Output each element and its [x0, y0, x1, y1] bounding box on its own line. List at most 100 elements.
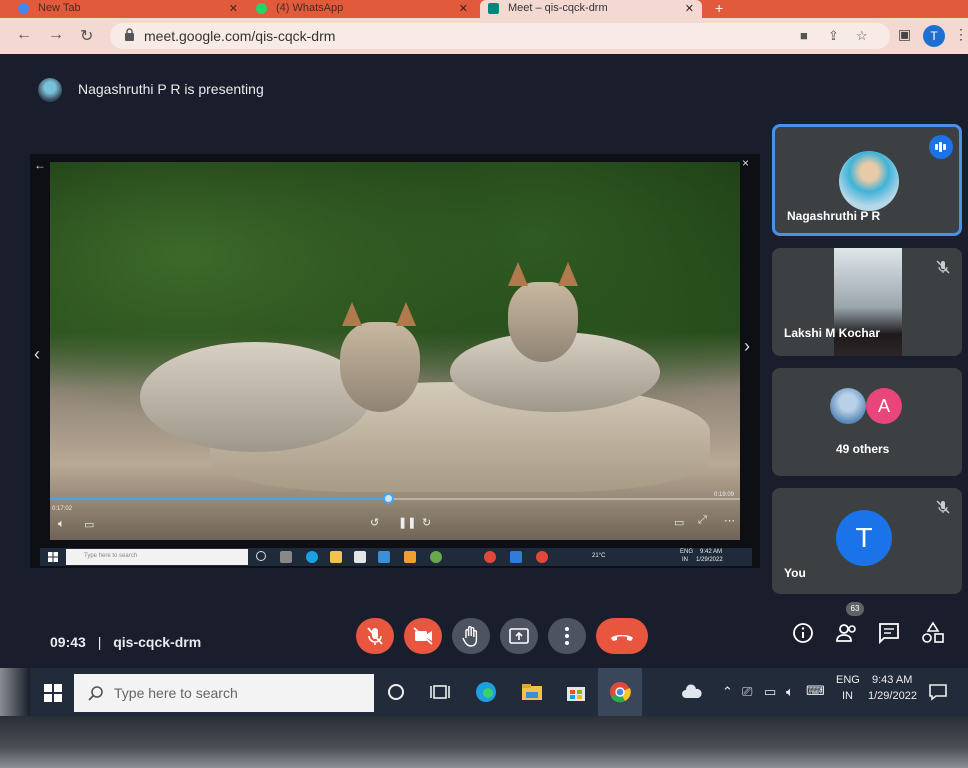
date-text: 1/29/2022	[696, 557, 723, 563]
close-icon[interactable]: ✕	[685, 2, 694, 15]
participant-count-badge: 63	[846, 602, 864, 616]
side-panel-icon[interactable]: ▣	[898, 26, 911, 43]
edge-icon[interactable]	[474, 680, 498, 704]
participant-name: Nagashruthi P R	[787, 209, 881, 223]
avatar	[38, 78, 62, 102]
meeting-time: 09:43	[50, 634, 86, 650]
taskbar-clock[interactable]: 9:43 AM	[872, 674, 912, 686]
mic-toggle-button[interactable]	[356, 618, 394, 654]
raise-hand-button[interactable]	[452, 618, 490, 654]
taskbar-search-input[interactable]: Type here to search	[74, 674, 374, 712]
present-icon	[509, 628, 529, 644]
people-icon[interactable]	[834, 620, 860, 646]
presented-search-box: Type here to search	[66, 549, 248, 565]
chrome-icon	[536, 551, 548, 563]
task-view-icon[interactable]	[428, 680, 452, 704]
participant-tile-presenter[interactable]: Nagashruthi P R	[772, 124, 962, 236]
volume-icon[interactable]: 🔈︎	[786, 684, 794, 700]
wolf-ear	[508, 262, 528, 286]
profile-avatar[interactable]: T	[923, 25, 945, 47]
notification-icon[interactable]	[926, 680, 950, 704]
wolf-body	[140, 342, 370, 452]
wolf-head	[508, 282, 578, 362]
camera-icon[interactable]: ■	[800, 28, 808, 43]
tab-label: (4) WhatsApp	[276, 2, 344, 14]
meet-stage: Nagashruthi P R is presenting ← – × ‹ › …	[0, 54, 968, 668]
search-placeholder: Type here to search	[114, 685, 238, 701]
mic-off-icon	[936, 260, 950, 274]
chevron-up-icon[interactable]: ⌃	[722, 684, 733, 700]
share-icon[interactable]: ⇪	[828, 28, 839, 44]
mail-icon	[378, 551, 390, 563]
forward-icon[interactable]: →	[48, 26, 64, 44]
weather-text: 21°C	[592, 553, 606, 559]
participant-name: 49 others	[836, 442, 890, 456]
present-screen-button[interactable]	[500, 618, 538, 654]
windows-taskbar: Type here to search ⌃ ⎚ ▭ 🔈︎ ⌨ ENG IN 9:…	[30, 668, 968, 716]
tab-meet[interactable]: Meet – qis-cqck-drm ✕	[480, 0, 702, 18]
pause-icon: ❚❚	[398, 517, 417, 529]
chrome-taskbar-button[interactable]	[598, 668, 642, 716]
keyboard-icon[interactable]: ⌨	[806, 683, 825, 699]
lock-icon	[125, 28, 134, 41]
windows-start-icon[interactable]	[44, 684, 62, 702]
total-time: 0:19:09	[714, 492, 735, 498]
cortana-icon[interactable]	[384, 680, 408, 704]
input-region[interactable]: IN	[842, 690, 853, 702]
more-icon: ⋯	[724, 515, 735, 527]
video-seek-bar	[50, 493, 740, 504]
activities-icon[interactable]	[920, 620, 946, 646]
participant-tile-you[interactable]: T You	[772, 488, 962, 594]
menu-icon[interactable]: ⋮	[954, 26, 968, 43]
browser-toolbar: ← → ↻ meet.google.com/qis-cqck-drm ■ ⇪ ☆…	[0, 18, 968, 54]
avatar	[839, 151, 899, 211]
chevron-right-icon: ›	[744, 336, 750, 356]
close-icon[interactable]: ✕	[459, 2, 468, 15]
input-lang[interactable]: ENG	[836, 674, 860, 686]
monitor-bezel	[0, 716, 968, 768]
tab-new-tab[interactable]: New Tab ✕	[10, 0, 246, 18]
taskbar-date[interactable]: 1/29/2022	[868, 690, 917, 702]
participant-tile-others[interactable]: A 49 others	[772, 368, 962, 476]
search-icon	[88, 686, 103, 701]
speaking-indicator-icon	[929, 135, 953, 159]
hang-up-icon	[611, 635, 633, 641]
volume-icon: 🔈︎	[58, 518, 65, 530]
chat-icon[interactable]	[876, 620, 902, 646]
back-icon[interactable]: ←	[16, 26, 32, 44]
new-tab-button[interactable]: +	[715, 0, 723, 16]
task-view-icon	[280, 551, 292, 563]
network-icon[interactable]: ▭	[764, 684, 776, 700]
fullscreen-icon: ⤢	[698, 514, 707, 526]
chevron-left-icon: ‹	[34, 344, 40, 364]
more-options-button[interactable]	[548, 618, 586, 654]
browser-tab-strip: New Tab ✕ (4) WhatsApp ✕ Meet – qis-cqck…	[0, 0, 968, 18]
tab-label: Meet – qis-cqck-drm	[508, 2, 608, 14]
address-bar[interactable]: meet.google.com/qis-cqck-drm ■ ⇪ ☆	[110, 23, 890, 49]
avatar: A	[866, 388, 902, 424]
back-arrow-icon: ←	[34, 158, 46, 172]
clock-text: 9:42 AM	[700, 549, 723, 555]
store-icon[interactable]	[564, 680, 588, 704]
file-explorer-icon[interactable]	[520, 680, 544, 704]
camera-toggle-button[interactable]	[404, 618, 442, 654]
participant-tile-laksh[interactable]: Lakshi M Kochar	[772, 248, 962, 356]
presenting-label: Nagashruthi P R is presenting	[78, 81, 264, 97]
tab-whatsapp[interactable]: (4) WhatsApp ✕	[248, 0, 476, 18]
participant-name: You	[784, 566, 806, 580]
avatar: T	[836, 510, 892, 566]
bookmark-star-icon[interactable]: ☆	[856, 28, 868, 44]
store-icon	[354, 551, 366, 563]
cortana-icon	[256, 551, 266, 561]
info-icon[interactable]	[790, 620, 816, 646]
participant-name: Lakshi M Kochar	[784, 326, 881, 340]
leave-call-button[interactable]	[596, 618, 648, 654]
reload-icon[interactable]: ↻	[80, 26, 93, 46]
seek-thumb	[383, 493, 395, 504]
meeting-code: qis-cqck-drm	[113, 634, 202, 650]
meet-tray-icon[interactable]: ⎚	[742, 684, 752, 700]
hand-icon	[462, 626, 478, 647]
close-icon[interactable]: ✕	[229, 2, 238, 15]
weather-cloud-icon[interactable]	[680, 680, 704, 704]
wolf-ear	[396, 302, 416, 326]
